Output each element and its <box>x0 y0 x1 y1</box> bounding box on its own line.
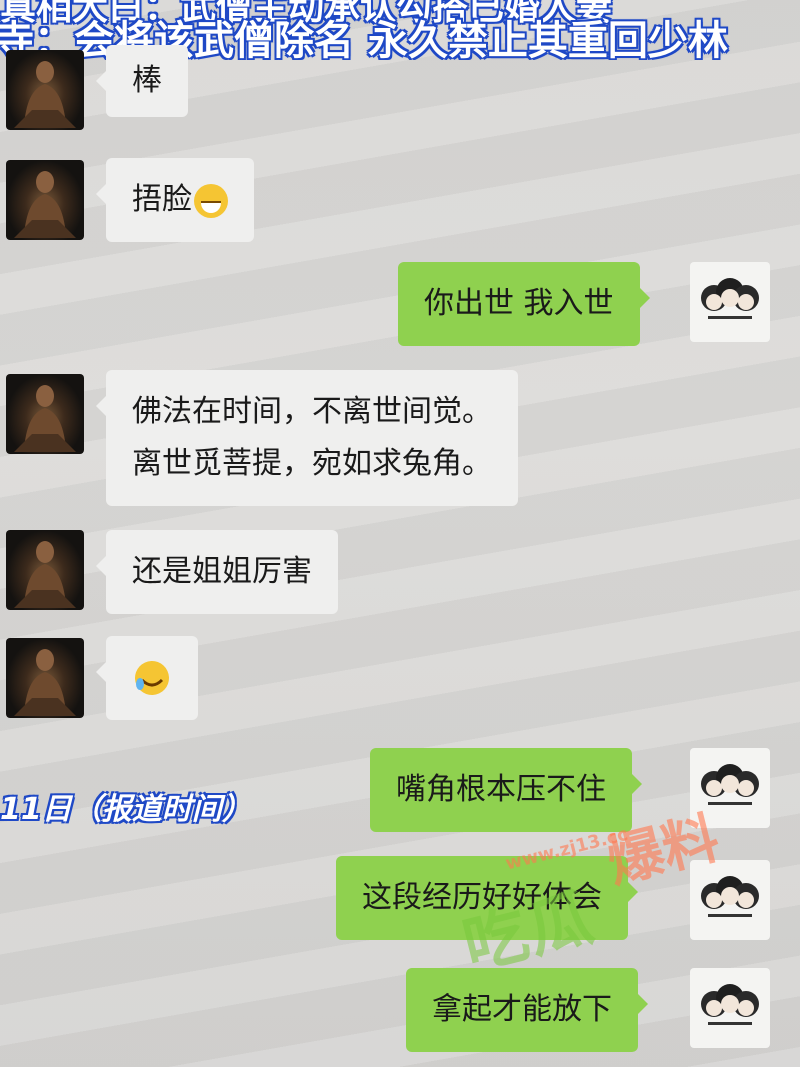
message-text: 棒 <box>132 63 162 98</box>
monk-avatar[interactable] <box>6 638 84 718</box>
message-text-line-2: 离世觅菩提，宛如求兔角。 <box>132 446 492 481</box>
laughing-tears-emoji-icon <box>135 661 169 695</box>
grin-emoji-icon <box>194 183 228 218</box>
monk-avatar[interactable] <box>6 530 84 610</box>
message-bubble[interactable] <box>96 636 198 720</box>
girls-cartoon-avatar[interactable] <box>690 968 770 1048</box>
monk-avatar[interactable] <box>6 374 84 454</box>
monk-avatar[interactable] <box>6 160 84 240</box>
girls-cartoon-avatar[interactable] <box>690 262 770 342</box>
watermark-main-text: 吃瓜 <box>455 880 602 985</box>
message-text: 捂脸 <box>132 182 192 217</box>
message-text: 你出世 我入世 <box>424 286 614 321</box>
report-date-label: 11日（报道时间） <box>0 792 252 827</box>
message-bubble[interactable]: 还是姐姐厉害 <box>96 530 338 614</box>
message-bubble[interactable]: 嘴角根本压不住 <box>370 748 642 832</box>
message-bubble[interactable]: 棒 <box>96 45 188 117</box>
monk-avatar[interactable] <box>6 50 84 130</box>
message-text-line-1: 佛法在时间，不离世间觉。 <box>132 394 492 429</box>
message-text: 还是姐姐厉害 <box>132 554 312 589</box>
message-bubble[interactable]: 佛法在时间，不离世间觉。 离世觅菩提，宛如求兔角。 <box>96 370 518 506</box>
message-text: 嘴角根本压不住 <box>396 772 606 807</box>
message-bubble[interactable]: 你出世 我入世 <box>398 262 650 346</box>
message-bubble[interactable]: 捂脸 <box>96 158 254 242</box>
